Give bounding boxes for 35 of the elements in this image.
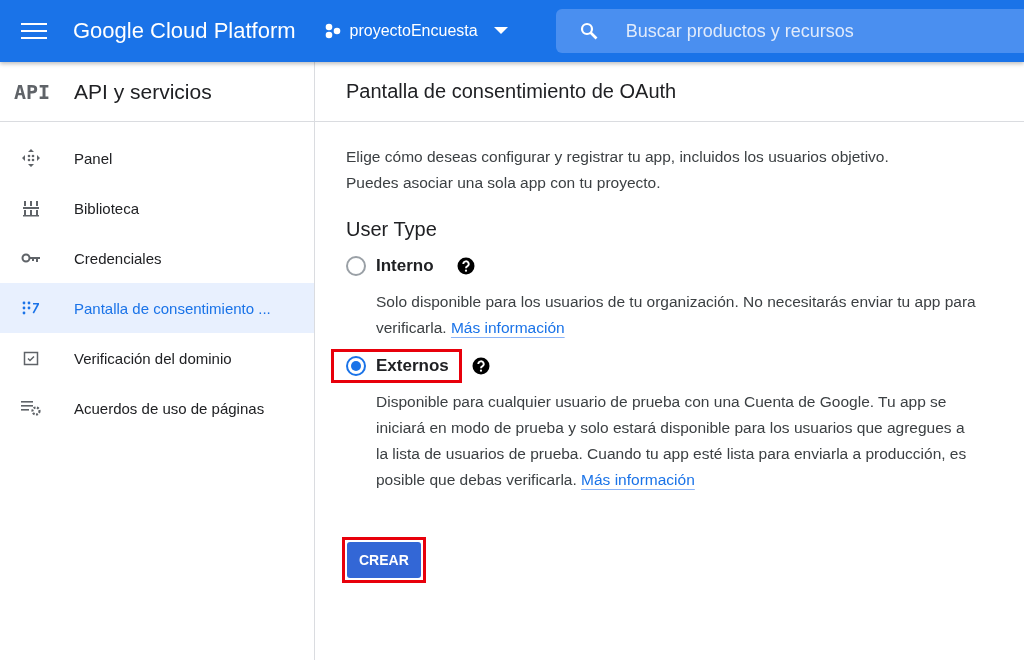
product-title: Google Cloud Platform	[73, 18, 296, 44]
user-type-heading: User Type	[346, 218, 438, 241]
radio-button[interactable]	[346, 356, 366, 376]
checkbox-icon	[23, 350, 39, 366]
search-field[interactable]: Buscar productos y recursos	[555, 9, 1024, 53]
sidebar-item[interactable]: Acuerdos de uso de páginas	[0, 383, 314, 433]
create-button[interactable]: CREAR	[347, 542, 421, 578]
more-info-link[interactable]: Más información	[581, 471, 695, 488]
dashboard-icon	[21, 148, 41, 168]
project-selector[interactable]: proyectoEncuesta	[323, 22, 508, 40]
consent-icon	[22, 300, 40, 316]
list-settings-icon	[20, 400, 42, 416]
section-title: API y servicios	[74, 79, 212, 104]
key-icon	[21, 252, 41, 264]
option-label: Externos	[376, 356, 449, 376]
sidebar-item[interactable]: Biblioteca	[0, 183, 314, 233]
more-info-link[interactable]: Más información	[450, 319, 565, 336]
sidebar-item[interactable]: Credenciales	[0, 233, 314, 283]
api-label: API	[14, 79, 52, 104]
intro-text: Elige cómo deseas configurar y registrar tu app, incluidos los usuarios objetivo. Puedes asociar una sola app con tu proyecto.	[346, 147, 890, 193]
sidebar-item[interactable]: Verificación del dominio	[0, 333, 314, 383]
option-description: Solo disponible para los usuarios de tu organización. No necesitarás enviar tu app para verificarla. Más información	[376, 292, 976, 338]
option-description: Disponible para cualquier usuario de prueba con una Cuenta de Google. Tu app se iniciará en modo de prueba y solo estará disponible para los usuarios que agregues a la lista de usuarios de prueba. Cuando tu app esté lista para enviarla a producción, es posible que debas verificarla. Más información	[376, 392, 968, 490]
page-title: Pantalla de consentimiento de OAuth	[315, 62, 1024, 122]
help-icon	[471, 357, 490, 375]
project-icon	[323, 23, 342, 39]
search-icon	[579, 22, 598, 40]
help-icon	[456, 257, 475, 275]
menu-icon[interactable]	[21, 21, 47, 41]
caret-icon	[493, 27, 508, 35]
sidebar-item[interactable]: Panel	[0, 133, 314, 183]
radio-button[interactable]	[346, 256, 366, 276]
option-label: Interno	[376, 256, 434, 276]
sidebar-item[interactable]: Pantalla de consentimiento ...	[0, 283, 314, 333]
library-icon	[22, 199, 40, 217]
